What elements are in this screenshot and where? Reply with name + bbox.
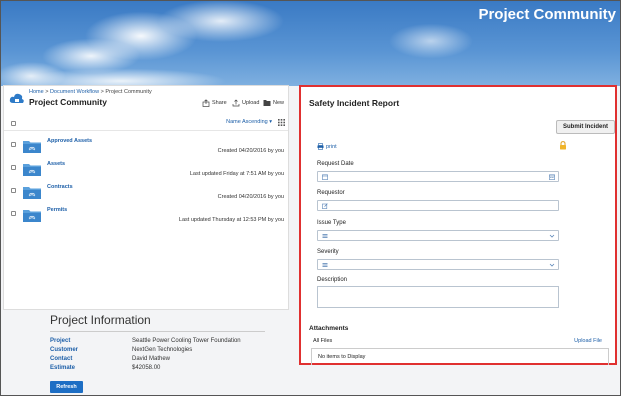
breadcrumb-home[interactable]: Home [29, 89, 44, 95]
edit-icon [322, 203, 328, 209]
new-button[interactable]: New [263, 99, 284, 107]
calendar-icon [322, 174, 328, 180]
severity-select[interactable] [317, 259, 559, 270]
breadcrumb-current: Project Community [105, 89, 152, 95]
chevron-down-icon[interactable] [549, 233, 555, 239]
folder-name[interactable]: Contracts [47, 184, 73, 190]
list-header: Name Ascending ▾ [4, 115, 288, 131]
folder-name[interactable]: Permits [47, 207, 67, 213]
project-value: Seattle Power Cooling Tower Foundation [132, 338, 241, 344]
customer-label: Customer [50, 347, 79, 353]
request-date-label: Request Date [317, 161, 354, 167]
share-button[interactable]: Share [202, 99, 227, 107]
submit-incident-button[interactable]: Submit Incident [556, 120, 615, 134]
folder-name[interactable]: Approved Assets [47, 138, 92, 144]
document-workspace-panel: Home > Document Workflow > Project Commu… [3, 85, 289, 310]
share-label: Share [212, 100, 227, 106]
list-icon [322, 234, 328, 238]
description-textarea[interactable] [317, 286, 559, 308]
requestor-label: Requestor [317, 190, 345, 196]
folder-row[interactable]: Assets Last updated Friday at 7:51 AM by… [4, 157, 288, 180]
safety-incident-form: Safety Incident Report Submit Incident p… [299, 85, 617, 365]
folder-icon [23, 141, 41, 153]
severity-label: Severity [317, 249, 339, 255]
contact-value: David Mathew [132, 356, 171, 362]
estimate-label: Estimate [50, 365, 76, 371]
breadcrumb-separator: > [45, 89, 49, 95]
chevron-down-icon: ▾ [269, 119, 272, 125]
folder-row[interactable]: Approved Assets Created 04/20/2016 by yo… [4, 134, 288, 157]
folder-icon [23, 164, 41, 176]
request-date-field[interactable] [317, 171, 559, 182]
issue-type-label: Issue Type [317, 220, 346, 226]
upload-file-link[interactable]: Upload File [574, 338, 602, 344]
calendar-picker-icon[interactable] [549, 174, 555, 180]
lock-icon [560, 141, 566, 150]
upload-button[interactable]: Upload [232, 99, 259, 107]
upload-label: Upload [242, 100, 260, 106]
row-checkbox[interactable] [11, 188, 16, 193]
folder-meta: Created 04/20/2016 by you [217, 148, 284, 154]
folder-meta: Last updated Friday at 7:51 AM by you [189, 171, 284, 177]
folder-row[interactable]: Contracts Created 04/20/2016 by you [4, 180, 288, 203]
customer-value: NextGen Technologies [132, 347, 193, 353]
description-label: Description [317, 277, 348, 283]
refresh-button[interactable]: Refresh [50, 381, 83, 393]
list-icon [322, 263, 328, 267]
divider [50, 331, 265, 332]
upload-icon [232, 99, 240, 107]
sort-label: Name Ascending [226, 119, 268, 125]
printer-icon [317, 143, 324, 150]
row-checkbox[interactable] [11, 165, 16, 170]
header-banner: Project Community [1, 1, 620, 91]
estimate-value: $42058.00 [132, 365, 161, 371]
workspace-title: Project Community [29, 97, 107, 107]
breadcrumb: Home > Document Workflow > Project Commu… [29, 89, 152, 95]
new-folder-icon [263, 100, 271, 106]
site-title: Project Community [478, 6, 616, 23]
all-files-label: All Files [313, 338, 333, 344]
project-label: Project [50, 338, 71, 344]
issue-type-select[interactable] [317, 230, 559, 241]
form-title: Safety Incident Report [309, 98, 400, 108]
sort-dropdown[interactable]: Name Ascending ▾ [226, 119, 272, 125]
new-label: New [273, 100, 285, 106]
breadcrumb-separator: > [100, 89, 104, 95]
row-checkbox[interactable] [11, 142, 16, 147]
requestor-field[interactable] [317, 200, 559, 211]
grid-view-icon[interactable] [278, 119, 285, 126]
contact-label: Contact [50, 356, 73, 362]
row-checkbox[interactable] [11, 211, 16, 216]
chevron-down-icon[interactable] [549, 262, 555, 268]
share-icon [202, 99, 210, 107]
folder-meta: Created 04/20/2016 by you [217, 194, 284, 200]
attachments-empty-message: No items to Display [311, 348, 609, 365]
print-label: print [326, 143, 337, 150]
folder-icon [23, 187, 41, 199]
folder-name[interactable]: Assets [47, 161, 65, 167]
project-info-title: Project Information [50, 313, 151, 327]
folder-row[interactable]: Permits Last updated Thursday at 12:53 P… [4, 203, 288, 226]
cloud-folder-icon [9, 93, 24, 103]
attachments-title: Attachments [309, 325, 349, 332]
print-link[interactable]: print [317, 143, 337, 150]
breadcrumb-document-workflow[interactable]: Document Workflow [50, 89, 99, 95]
folder-meta: Last updated Thursday at 12:53 PM by you [178, 217, 284, 223]
folder-icon [23, 210, 41, 222]
select-all-checkbox[interactable] [11, 121, 16, 126]
app-window: Project Community Home > Document Workfl… [0, 0, 621, 396]
